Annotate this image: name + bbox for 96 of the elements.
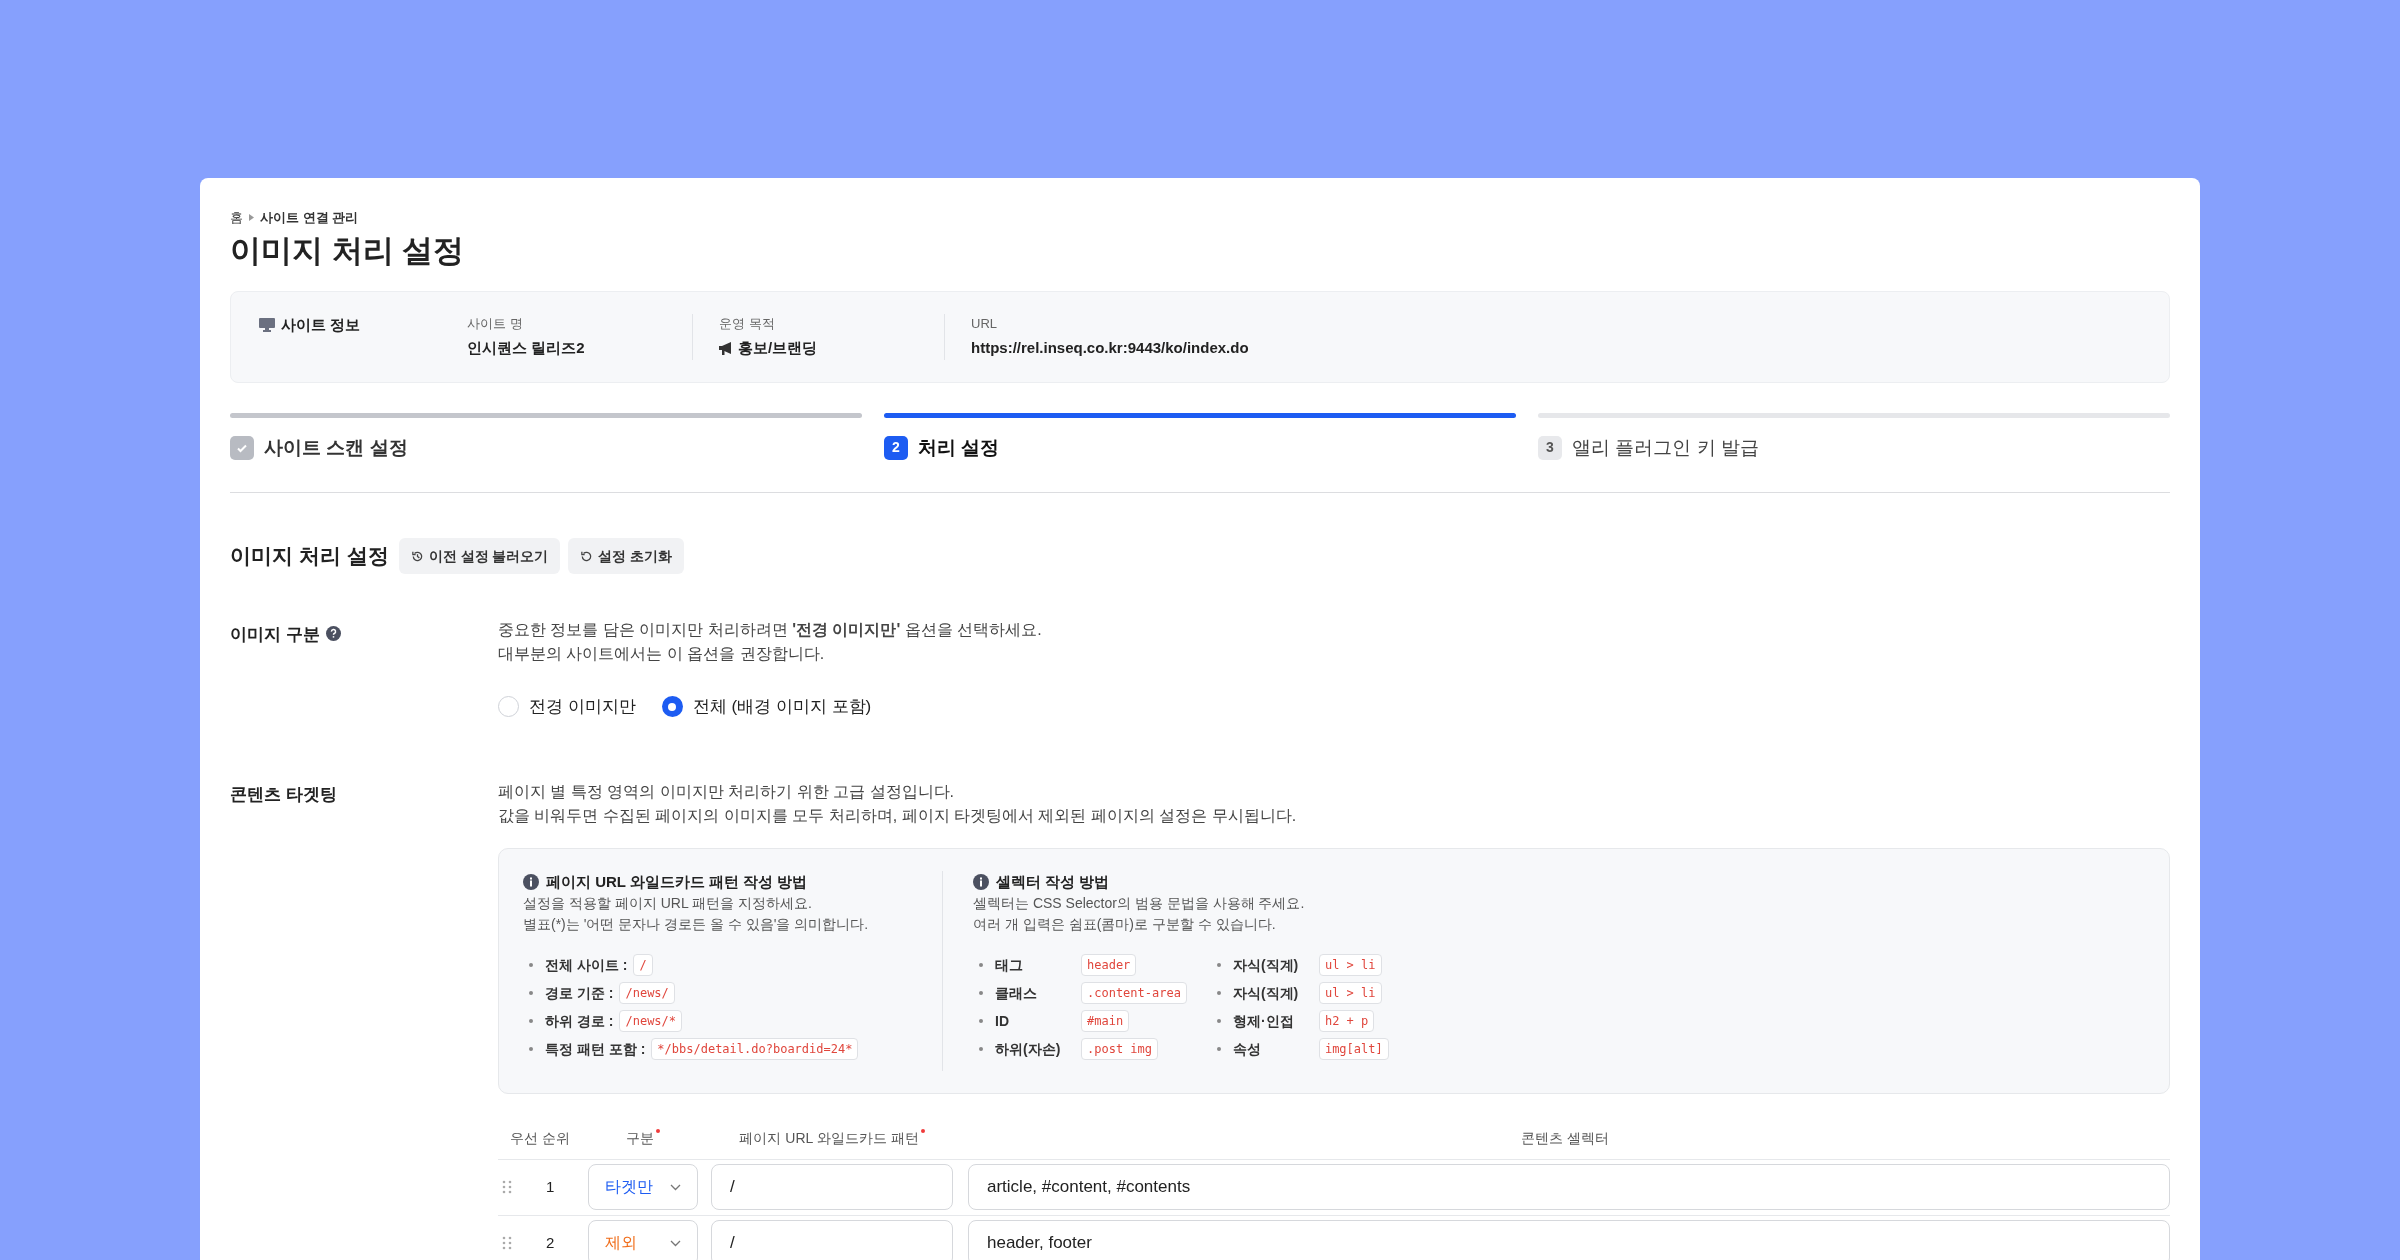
priority-number: 2 [546, 1232, 555, 1253]
term-label: 태그 [995, 955, 1024, 975]
code-sample: header [1081, 954, 1137, 976]
term-label: 형제·인접 [1232, 1011, 1295, 1031]
radio-label: 전경 이미지만 [529, 696, 636, 718]
bullet-icon [1216, 991, 1221, 995]
step-tab[interactable]: 2 처리 설정 [884, 412, 1516, 462]
bullet-icon [979, 1047, 983, 1051]
help-title: 페이지 URL 와일드카드 패턴 작성 방법 [546, 871, 808, 892]
code-sample: h2 + p [1318, 1010, 1375, 1032]
row-label: 콘텐츠 타겟팅 [230, 784, 337, 804]
bullet-icon [1216, 1019, 1221, 1023]
step-badge: 2 [884, 435, 908, 460]
help-text: 설정을 적용할 페이지 URL 패턴을 지정하세요. [523, 894, 813, 913]
radio-button[interactable] [661, 696, 683, 718]
term-label: ID [995, 1011, 1010, 1031]
bullet-icon [1216, 963, 1221, 967]
page-title: 이미지 처리 설정 [230, 231, 466, 270]
term-label: 자식(직계) [1232, 983, 1300, 1003]
info-icon [523, 873, 539, 890]
code-sample: */bbs/detail.do?boardid=24* [651, 1038, 859, 1060]
term-label: 클래스 [995, 983, 1038, 1003]
breadcrumb-link[interactable]: 사이트 연결 관리 [260, 208, 359, 228]
bullet-icon [529, 963, 533, 967]
row-label: 이미지 구분 [230, 624, 320, 646]
field-label: 운영 목적 [719, 314, 776, 333]
step-tab[interactable]: 3 앨리 플러그인 키 발급 [1538, 412, 2170, 462]
step-label: 처리 설정 [918, 435, 1000, 460]
term-label: 하위(자손) [995, 1039, 1062, 1059]
term-label: 하위 경로 : [545, 1011, 614, 1031]
help-text: 셀렉터는 CSS Selector의 범용 문법을 사용해 주세요. [973, 894, 1306, 913]
bullet-icon [529, 1019, 533, 1023]
help-text: 여러 개 입력은 쉼표(콤마)로 구분할 수 있습니다. [973, 915, 1277, 934]
description-text: 값을 비워두면 수집된 페이지의 이미지를 모두 처리하며, 페이지 타겟팅에서 제외된 페이지의 설정은 무시됩니다. [498, 805, 1298, 826]
column-header: 콘텐츠 셀렉터 [1521, 1128, 1610, 1148]
column-header: 구분 [626, 1127, 660, 1149]
step-tab[interactable]: 사이트 스캔 설정 [230, 412, 862, 462]
drag-handle-icon[interactable] [502, 1180, 512, 1194]
code-sample: /news/ [619, 982, 675, 1004]
type-dropdown[interactable]: 타겟만 [588, 1164, 698, 1210]
info-icon [973, 873, 989, 890]
description-text: 대부분의 사이트에서는 이 옵션을 권장합니다. [498, 644, 826, 664]
column-header: 우선 순위 [510, 1128, 571, 1148]
column-header: 페이지 URL 와일드카드 패턴 [739, 1127, 925, 1149]
step-badge: 3 [1538, 435, 1562, 460]
bullet-icon [529, 991, 533, 995]
breadcrumb-link[interactable]: 홈 [230, 208, 243, 228]
section-title: 이미지 처리 설정 [230, 543, 389, 570]
field-value: https://rel.inseq.co.kr:9443/ko/index.do [971, 338, 1249, 358]
selector-field[interactable]: article, #content, #contents [968, 1164, 2170, 1210]
term-label: 전체 사이트 : [545, 955, 628, 975]
drag-handle-icon[interactable] [502, 1236, 512, 1250]
code-sample: / [633, 954, 653, 976]
history-icon [410, 549, 424, 563]
reset-button[interactable]: 설정 초기화 [568, 538, 685, 574]
priority-number: 1 [546, 1176, 555, 1197]
radio-label: 전체 (배경 이미지 포함) [692, 696, 872, 718]
code-sample: .post img [1081, 1038, 1159, 1060]
term-label: 특정 패턴 포함 : [545, 1039, 646, 1059]
bullet-icon [979, 1019, 983, 1023]
megaphone-icon [719, 341, 734, 355]
pattern-field[interactable]: / [711, 1220, 953, 1260]
reset-icon [580, 549, 594, 563]
field-label: 사이트 명 [467, 314, 524, 333]
load-previous-button[interactable]: 이전 설정 불러오기 [398, 538, 561, 574]
code-sample: ul > li [1318, 954, 1382, 976]
term-label: 자식(직계) [1232, 955, 1300, 975]
monitor-icon [259, 317, 275, 332]
bullet-icon [1216, 1047, 1221, 1051]
help-title: 셀렉터 작성 방법 [996, 871, 1110, 892]
description-text: 중요한 정보를 담은 이미지만 처리하려면 '전경 이미지만' 옵션을 선택하세요. [498, 620, 1042, 640]
term-label: 속성 [1232, 1039, 1262, 1059]
site-info-label: 사이트 정보 [281, 314, 361, 335]
help-text: 별표(*)는 '어떤 문자나 경로든 올 수 있음'을 의미합니다. [523, 915, 870, 934]
code-sample: .content-area [1081, 982, 1187, 1004]
term-label: 경로 기준 : [545, 983, 614, 1003]
field-value: 홍보/브랜딩 [738, 338, 818, 358]
field-label: URL [971, 314, 998, 333]
step-label: 사이트 스캔 설정 [264, 435, 408, 460]
step-label: 앨리 플러그인 키 발급 [1572, 435, 1759, 460]
help-icon[interactable] [325, 626, 341, 641]
code-sample: /news/* [619, 1010, 683, 1032]
chevron-down-icon [670, 1239, 681, 1247]
bullet-icon [979, 963, 983, 967]
field-value: 인시퀀스 릴리즈2 [467, 338, 585, 358]
pattern-field[interactable]: / [711, 1164, 953, 1210]
chevron-icon [249, 214, 254, 222]
radio-button[interactable] [498, 696, 519, 718]
code-sample: #main [1081, 1010, 1130, 1032]
description-text: 페이지 별 특정 영역의 이미지만 처리하기 위한 고급 설정입니다. [498, 781, 955, 802]
code-sample: ul > li [1318, 982, 1382, 1004]
selector-field[interactable]: header, footer [968, 1220, 2170, 1260]
bullet-icon [979, 991, 983, 995]
code-sample: img[alt] [1318, 1038, 1389, 1060]
bullet-icon [529, 1047, 533, 1051]
chevron-down-icon [670, 1183, 681, 1191]
